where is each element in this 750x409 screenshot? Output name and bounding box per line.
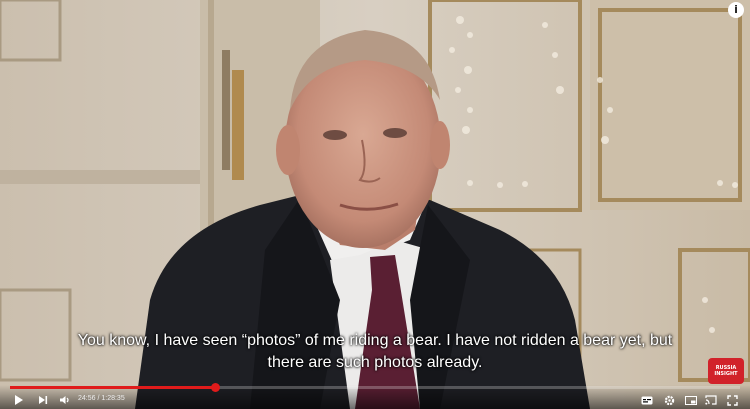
miniplayer-icon[interactable] bbox=[684, 393, 698, 407]
player-controls: 24:56 / 1:28:35 bbox=[0, 383, 750, 409]
fullscreen-icon[interactable] bbox=[725, 393, 739, 407]
cast-icon[interactable] bbox=[704, 393, 718, 407]
subtitles-icon[interactable] bbox=[640, 393, 654, 407]
channel-watermark-logo[interactable]: RUSSIA INSIGHT bbox=[708, 358, 744, 384]
scrubber-handle[interactable] bbox=[211, 383, 221, 392]
volume-icon[interactable] bbox=[58, 393, 72, 407]
progress-bar[interactable] bbox=[10, 383, 740, 392]
settings-icon[interactable] bbox=[662, 393, 676, 407]
info-icon[interactable]: i bbox=[728, 2, 744, 18]
video-player[interactable]: i You know, I have seen “photos” of me r… bbox=[0, 0, 750, 409]
progress-played bbox=[10, 386, 216, 389]
subtitle-caption: You know, I have seen “photos” of me rid… bbox=[0, 330, 750, 374]
caption-line-1: You know, I have seen “photos” of me rid… bbox=[77, 332, 673, 349]
play-icon[interactable] bbox=[12, 393, 26, 407]
time-display: 24:56 / 1:28:35 bbox=[78, 395, 125, 402]
next-icon[interactable] bbox=[36, 393, 50, 407]
caption-line-2: there are such photos already. bbox=[267, 354, 483, 371]
watermark-text-2: INSIGHT bbox=[714, 371, 738, 377]
